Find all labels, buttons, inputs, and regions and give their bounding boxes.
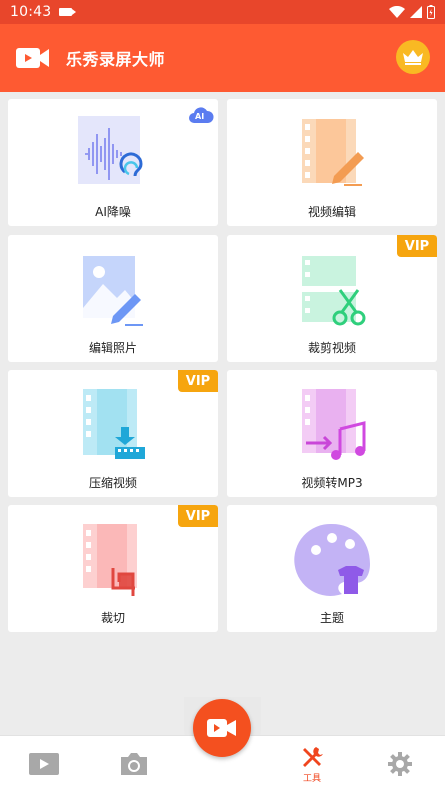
vip-crown-button[interactable] bbox=[396, 40, 430, 74]
video-cut-icon bbox=[302, 256, 366, 326]
status-icons bbox=[389, 5, 435, 19]
video-edit-icon bbox=[302, 119, 364, 186]
tool-label: 裁剪视频 bbox=[307, 341, 356, 355]
tool-card-crop[interactable]: VIP 裁切 bbox=[8, 505, 218, 632]
vip-badge: VIP bbox=[178, 370, 218, 392]
video-logo-icon bbox=[16, 48, 49, 68]
signal-icon bbox=[410, 6, 422, 18]
tools-icon bbox=[303, 746, 323, 767]
vip-badge: VIP bbox=[178, 505, 218, 527]
tool-card-video-cut[interactable]: VIP 裁剪视频 bbox=[227, 235, 437, 362]
photo-edit-icon bbox=[83, 256, 143, 326]
noise-reduction-icon bbox=[78, 116, 143, 184]
screen-record-status-icon bbox=[59, 8, 77, 16]
tool-card-video-compress[interactable]: VIP 压缩视频 bbox=[8, 370, 218, 497]
tool-label: AI降噪 bbox=[95, 205, 131, 219]
camera-icon bbox=[121, 753, 147, 775]
tool-label: 裁切 bbox=[100, 611, 125, 625]
tool-card-video-edit[interactable]: 视频编辑 bbox=[227, 99, 437, 226]
record-button[interactable] bbox=[193, 699, 251, 757]
ai-cloud-icon: AI bbox=[189, 107, 214, 123]
status-time: 10:43 bbox=[10, 4, 52, 20]
svg-text:AI: AI bbox=[195, 112, 204, 121]
vip-badge: VIP bbox=[397, 235, 437, 257]
status-bar: 10:43 bbox=[0, 0, 445, 24]
crown-icon bbox=[403, 50, 423, 65]
play-icon bbox=[29, 753, 59, 775]
wifi-icon bbox=[389, 6, 405, 18]
tool-label: 压缩视频 bbox=[88, 476, 137, 490]
bottom-nav: 工具 bbox=[0, 699, 445, 791]
settings-icon bbox=[388, 752, 412, 776]
tool-label: 编辑照片 bbox=[88, 341, 137, 355]
nav-tools[interactable]: 工具 bbox=[288, 736, 336, 791]
tool-card-photo-edit[interactable]: 编辑照片 bbox=[8, 235, 218, 362]
tool-label: 视频转MP3 bbox=[301, 476, 363, 490]
app-bar: 乐秀录屏大师 bbox=[0, 24, 445, 92]
crop-icon bbox=[83, 524, 137, 596]
app-title: 乐秀录屏大师 bbox=[66, 50, 166, 69]
battery-icon bbox=[427, 5, 435, 19]
tool-label: 视频编辑 bbox=[307, 205, 356, 219]
tool-card-theme[interactable]: 主题 bbox=[227, 505, 437, 632]
tool-card-video-to-mp3[interactable]: 视频转MP3 bbox=[227, 370, 437, 497]
tool-card-ai-noise[interactable]: AI AI降噪 bbox=[8, 99, 218, 226]
theme-palette-icon bbox=[294, 523, 370, 596]
video-to-mp3-icon bbox=[302, 389, 366, 460]
video-compress-icon bbox=[83, 389, 145, 459]
record-icon bbox=[207, 719, 236, 737]
nav-screenshots[interactable] bbox=[110, 736, 158, 791]
nav-tools-label: 工具 bbox=[302, 773, 321, 784]
tool-label: 主题 bbox=[319, 611, 344, 625]
nav-settings[interactable] bbox=[376, 736, 424, 791]
nav-videos[interactable] bbox=[20, 736, 68, 791]
